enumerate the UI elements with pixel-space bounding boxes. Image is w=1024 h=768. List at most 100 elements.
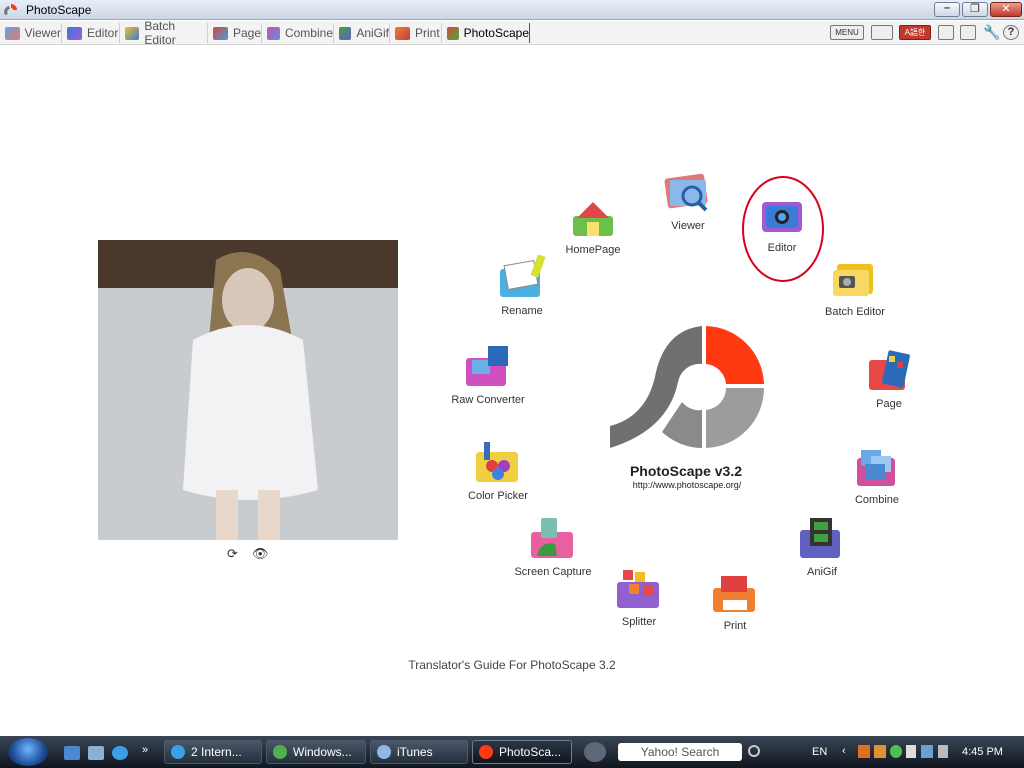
network-icon[interactable]: [921, 745, 933, 758]
launcher-screen-capture[interactable]: Screen Capture: [498, 516, 608, 578]
launcher-label: Page: [876, 398, 902, 410]
launcher-label: Rename: [501, 305, 543, 317]
print-icon: [395, 26, 410, 40]
close-icon: ✕: [1001, 3, 1011, 15]
launcher-page[interactable]: Page: [834, 348, 944, 410]
yahoo-search-input[interactable]: Yahoo! Search: [618, 743, 742, 761]
maximize-button[interactable]: ❐: [962, 2, 988, 17]
tab-editor[interactable]: Editor: [64, 23, 120, 43]
tab-label: Viewer: [24, 26, 61, 40]
combine-icon: [267, 26, 280, 40]
eye-icon[interactable]: 👁: [252, 546, 269, 562]
language-button[interactable]: A語한: [899, 25, 931, 40]
tab-viewer[interactable]: Viewer: [2, 23, 62, 43]
close-button[interactable]: ✕: [990, 2, 1022, 17]
hp-logo-icon: [584, 742, 606, 762]
tab-photoscape[interactable]: PhotoScape: [444, 23, 530, 43]
logo-url[interactable]: http://www.photoscape.org/: [592, 480, 782, 490]
search-icon[interactable]: [748, 745, 760, 757]
blank-toolbar-button[interactable]: [871, 25, 893, 40]
messenger-tray-icon[interactable]: [890, 745, 902, 758]
launcher-label: Color Picker: [468, 490, 528, 502]
rename-icon: [496, 254, 548, 303]
start-button[interactable]: [8, 738, 48, 766]
anigif-icon: [339, 26, 352, 40]
launcher-label: Raw Converter: [451, 394, 525, 406]
language-indicator[interactable]: EN: [812, 746, 827, 758]
copy-window-icon[interactable]: [960, 25, 976, 40]
launcher-rename[interactable]: Rename: [467, 254, 577, 317]
tab-label: Editor: [87, 26, 119, 40]
splitter-icon: [613, 566, 665, 614]
menu-button[interactable]: MENU: [830, 25, 864, 40]
tab-anigif[interactable]: AniGif: [336, 23, 390, 43]
taskbar-label: 2 Intern...: [191, 745, 242, 759]
maximize-icon: ❐: [970, 3, 980, 15]
batch-editor-icon: [125, 26, 140, 40]
batch-editor-icon: [829, 256, 881, 304]
taskbar-item-itunes[interactable]: iTunes: [370, 740, 468, 764]
refresh-icon[interactable]: ⟳: [227, 546, 238, 562]
logo-title: PhotoScape v3.2: [629, 463, 743, 479]
print-icon: [709, 570, 761, 618]
editor-icon: [67, 26, 82, 40]
viewer-icon: [662, 170, 714, 218]
tab-page[interactable]: Page: [210, 23, 262, 43]
tab-label: Page: [232, 26, 261, 40]
taskbar-item-photoscape[interactable]: PhotoSca...: [472, 740, 572, 764]
launcher-raw-converter[interactable]: Raw Converter: [433, 344, 543, 406]
chevron-right-icon[interactable]: »: [142, 744, 152, 758]
help-icon[interactable]: ?: [1003, 25, 1019, 40]
show-desktop-icon[interactable]: [64, 746, 80, 760]
tab-label: Combine: [284, 26, 333, 40]
clock[interactable]: 4:45 PM: [962, 746, 1003, 758]
tools-icon[interactable]: 🔧: [983, 25, 1000, 40]
tab-label: PhotoScape: [463, 26, 529, 40]
switch-windows-icon[interactable]: [88, 746, 104, 760]
taskbar-label: PhotoSca...: [499, 745, 562, 759]
tray-app-icon[interactable]: [858, 745, 870, 758]
tab-batch-editor[interactable]: Batch Editor: [122, 19, 208, 47]
launcher-homepage[interactable]: HomePage: [538, 194, 648, 256]
page-icon: [213, 26, 228, 40]
tab-combine[interactable]: Combine: [264, 23, 334, 43]
power-icon[interactable]: [906, 745, 916, 758]
featured-photo: [98, 240, 398, 540]
ie-icon: [171, 745, 185, 759]
anigif-icon: [796, 516, 848, 564]
launcher-print[interactable]: Print: [680, 570, 790, 632]
tray-app-icon[interactable]: [874, 745, 886, 758]
taskbar-item-windows[interactable]: Windows...: [266, 740, 366, 764]
tab-label: Batch Editor: [144, 19, 176, 47]
launcher-anigif[interactable]: AniGif: [767, 516, 877, 578]
launcher-label: Screen Capture: [514, 566, 592, 578]
taskbar-label: iTunes: [397, 745, 433, 759]
photoscape-icon: [447, 26, 459, 40]
taskbar-label: Windows...: [293, 745, 352, 759]
translators-guide-link[interactable]: Translator's Guide For PhotoScape 3.2: [380, 658, 644, 672]
launcher-batch-editor[interactable]: Batch Editor: [800, 256, 910, 318]
photoscape-app-icon: [4, 4, 17, 15]
minimize-icon: –: [943, 2, 951, 14]
title-bar: PhotoScape – ❐ ✕: [0, 0, 1024, 20]
launcher-combine[interactable]: Combine: [822, 444, 932, 506]
taskbar-item-internet[interactable]: 2 Intern...: [164, 740, 262, 764]
launcher-label: Splitter: [621, 616, 657, 628]
color-picker-icon: [472, 440, 524, 488]
window-layout-icon[interactable]: [938, 25, 954, 40]
itunes-icon: [377, 745, 391, 759]
raw-converter-icon: [462, 344, 514, 392]
volume-icon[interactable]: [938, 745, 948, 758]
tab-print[interactable]: Print: [392, 23, 442, 43]
messenger-icon: [273, 745, 287, 759]
photoscape-icon: [479, 745, 493, 759]
window-title: PhotoScape: [26, 3, 92, 17]
ie-quicklaunch-icon[interactable]: [112, 746, 128, 760]
launcher-color-picker[interactable]: Color Picker: [443, 440, 553, 502]
tab-label: AniGif: [356, 26, 389, 40]
viewer-icon: [5, 26, 20, 40]
photoscape-logo: [610, 326, 764, 448]
home-icon: [567, 194, 619, 242]
chevron-left-icon[interactable]: ‹: [842, 745, 846, 757]
minimize-button[interactable]: –: [934, 2, 960, 17]
